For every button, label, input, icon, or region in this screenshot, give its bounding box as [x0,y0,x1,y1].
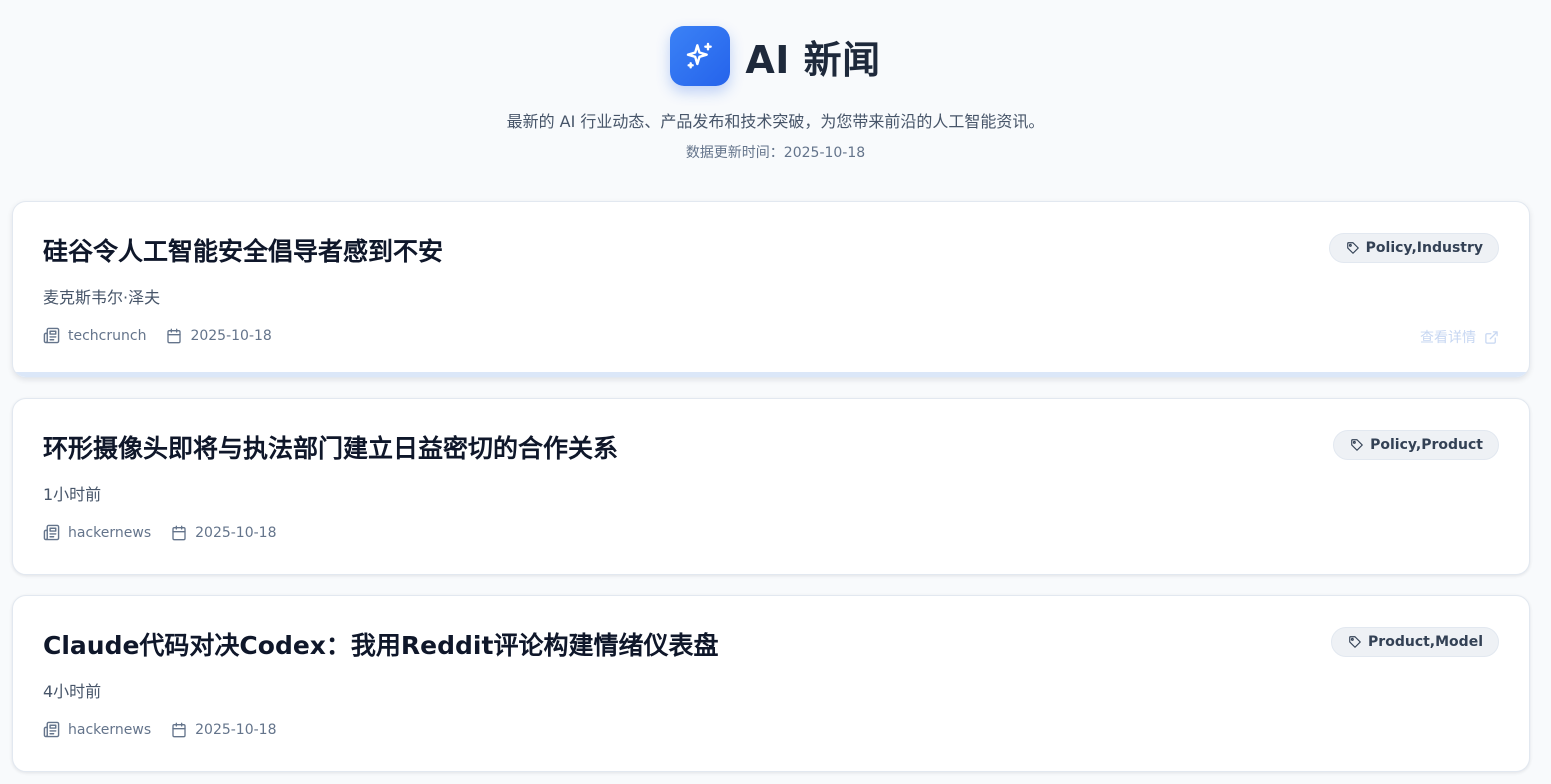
category-tag: Policy,Industry [1328,233,1499,263]
source: hackernews [43,524,151,541]
sparkles-logo [670,26,731,86]
source-label: techcrunch [68,327,147,344]
news-summary: 1小时前 [43,485,102,504]
category-tag: Policy,Product [1333,430,1499,460]
news-meta: techcrunch 2025-10-18 [43,327,292,344]
news-meta: hackernews 2025-10-18 [43,721,297,738]
external-link-icon [1485,330,1498,344]
view-details-link[interactable]: 查看详情 [1420,327,1499,347]
tag-label: Policy,Product [1370,437,1483,453]
date: 2025-10-18 [171,524,277,541]
calendar-icon [172,525,186,540]
news-summary: 4小时前 [43,682,102,701]
date-label: 2025-10-18 [190,327,272,344]
calendar-icon [167,328,182,343]
brand: AI 新闻 [0,26,1551,86]
news-summary: 麦克斯韦尔·泽夫 [43,288,161,307]
newspaper-icon [43,721,60,738]
news-card[interactable]: Claude代码对决Codex：我用Reddit评论构建情绪仪表盘 Produc… [12,595,1530,772]
date-label: 2025-10-18 [195,524,277,541]
page-subtitle: 最新的 AI 行业动态、产品发布和技术突破，为您带来前沿的人工智能资讯。 [506,112,1045,131]
date-label: 2025-10-18 [195,721,277,738]
news-meta: hackernews 2025-10-18 [43,524,297,541]
tag-icon [1349,636,1361,648]
news-card[interactable]: 环形摄像头即将与执法部门建立日益密切的合作关系 Policy,Product 1… [12,398,1530,575]
source: techcrunch [43,327,146,344]
tag-label: Product,Model [1368,634,1483,650]
tag-icon [1351,439,1363,451]
calendar-icon [172,722,186,737]
page-title: AI 新闻 [745,37,881,82]
newspaper-icon [43,524,60,541]
category-tag: Product,Model [1331,627,1499,657]
tag-label: Policy,Industry [1365,240,1483,256]
newspaper-icon [43,327,60,344]
view-details-label: 查看详情 [1420,330,1476,346]
updated-time: 数据更新时间：2025-10-18 [685,145,866,161]
sparkles-icon [687,42,713,69]
page-header: AI 新闻 最新的 AI 行业动态、产品发布和技术突破，为您带来前沿的人工智能资… [0,0,1551,200]
source-label: hackernews [68,721,152,738]
date: 2025-10-18 [171,721,277,738]
source: hackernews [43,721,151,738]
source-label: hackernews [68,524,152,541]
tag-icon [1346,242,1359,254]
news-title[interactable]: 硅谷令人工智能安全倡导者感到不安 [43,232,443,268]
news-title[interactable]: Claude代码对决Codex：我用Reddit评论构建情绪仪表盘 [43,626,718,662]
date: 2025-10-18 [166,327,272,344]
news-title[interactable]: 环形摄像头即将与执法部门建立日益密切的合作关系 [43,429,618,465]
news-card[interactable]: 硅谷令人工智能安全倡导者感到不安 Policy,Industry 麦克斯韦尔·泽… [12,201,1530,378]
